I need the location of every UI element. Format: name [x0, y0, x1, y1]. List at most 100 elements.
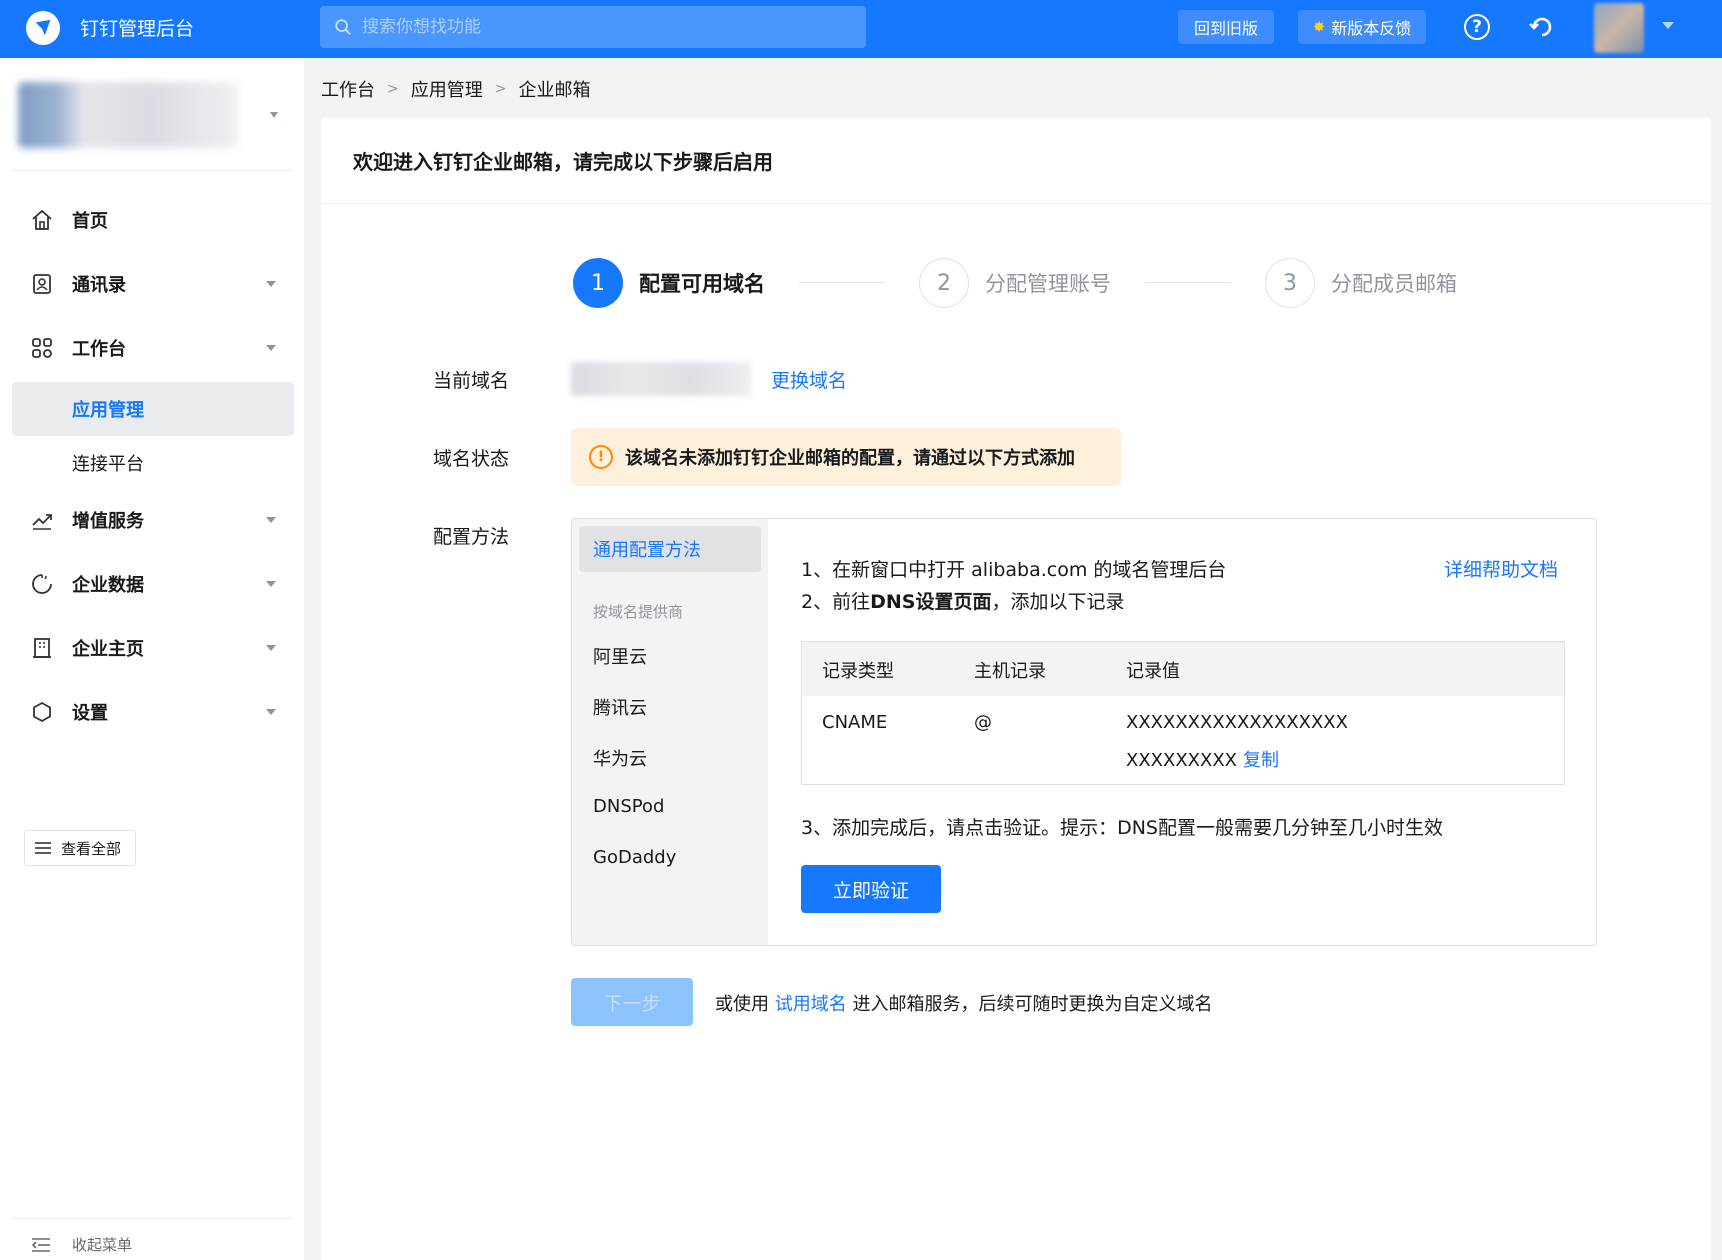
sidebar-item-settings[interactable]: 设置	[0, 686, 304, 738]
sidebar-item-workbench[interactable]: 工作台	[0, 322, 304, 374]
view-all-label: 查看全部	[61, 839, 122, 858]
feedback-label: 新版本反馈	[1331, 19, 1412, 38]
main-card: 欢迎进入钉钉企业邮箱，请完成以下步骤后启用 1 配置可用域名 2 分配管理账号 …	[321, 118, 1711, 1260]
avatar[interactable]	[1594, 3, 1644, 53]
provider-item-dnspod[interactable]: DNSPod	[593, 796, 664, 817]
home-icon	[32, 209, 52, 230]
domain-status-label: 域名状态	[433, 448, 510, 470]
sidebar-item-contacts[interactable]: 通讯录	[0, 258, 304, 310]
chevron-down-icon[interactable]	[266, 645, 276, 651]
chevron-down-icon[interactable]	[266, 517, 276, 523]
record-type: CNAME	[822, 712, 888, 733]
general-method-tab[interactable]: 通用配置方法	[579, 526, 761, 572]
sidebar-subitem-app-management[interactable]: 应用管理	[12, 382, 294, 436]
config-method-label: 配置方法	[433, 526, 510, 548]
collapse-menu-label: 收起菜单	[72, 1236, 133, 1254]
provider-item-tencent[interactable]: 腾讯云	[593, 694, 647, 720]
refresh-icon[interactable]	[1528, 13, 1556, 41]
chevron-down-icon[interactable]	[266, 709, 276, 715]
chevron-down-icon[interactable]	[266, 345, 276, 351]
instruction-text: 的域名管理后台	[1087, 559, 1227, 581]
next-step-button[interactable]: 下一步	[571, 978, 693, 1026]
step-2: 2 分配管理账号	[919, 258, 1111, 308]
record-value-text: XXXXXXXXX	[1126, 750, 1237, 771]
step-number: 2	[919, 258, 969, 308]
step-label: 配置可用域名	[639, 272, 765, 296]
divider	[12, 170, 292, 171]
org-caret-icon[interactable]	[270, 112, 278, 118]
back-to-old-version-button[interactable]: 回到旧版	[1178, 10, 1274, 44]
warning-text: 该域名未添加钉钉企业邮箱的配置，请通过以下方式添加	[625, 448, 1075, 469]
breadcrumb-item[interactable]: 工作台	[321, 76, 375, 102]
breadcrumb-item[interactable]: 应用管理	[411, 76, 483, 102]
sidebar: 首页 通讯录 工作台 应用管理 连接平台 增值服务 企业数据 企业主页 设置 查…	[0, 58, 304, 1260]
search-input[interactable]	[362, 17, 842, 37]
note-text: 或使用	[715, 994, 775, 1015]
current-domain-label: 当前域名	[433, 370, 510, 392]
change-domain-link[interactable]: 更换域名	[771, 366, 847, 393]
instruction-text: ，添加以下记录	[991, 591, 1125, 613]
sidebar-item-label: 首页	[72, 211, 108, 232]
view-all-button[interactable]: 查看全部	[24, 830, 136, 866]
dns-record-table: 记录类型 主机记录 记录值 CNAME @ XXXXXXXXXXXXXXXXXX…	[801, 641, 1565, 785]
sidebar-item-enterprise-data[interactable]: 企业数据	[0, 558, 304, 610]
config-method-list: 通用配置方法 按域名提供商 阿里云 腾讯云 华为云 DNSPod GoDaddy	[572, 519, 768, 945]
sidebar-subitem-label: 应用管理	[72, 400, 144, 421]
help-doc-link[interactable]: 详细帮助文档	[1444, 555, 1558, 582]
feedback-button[interactable]: ✸ 新版本反馈	[1298, 10, 1426, 44]
chevron-down-icon[interactable]	[266, 581, 276, 587]
verify-now-button[interactable]: 立即验证	[801, 865, 941, 913]
app-title[interactable]: 钉钉管理后台	[80, 15, 194, 43]
column-header: 主机记录	[974, 661, 1046, 682]
org-name-blurred	[18, 82, 238, 148]
sidebar-subitem-connect-platform[interactable]: 连接平台	[12, 436, 294, 490]
domain-status-warning: ! 该域名未添加钉钉企业邮箱的配置，请通过以下方式添加	[571, 428, 1121, 486]
config-panel: 通用配置方法 按域名提供商 阿里云 腾讯云 华为云 DNSPod GoDaddy…	[571, 518, 1597, 946]
instruction-domain: alibaba.com	[971, 559, 1088, 581]
provider-item-aliyun[interactable]: 阿里云	[593, 643, 647, 669]
sidebar-item-label: 工作台	[72, 339, 126, 360]
chevron-down-icon[interactable]	[1662, 22, 1674, 29]
global-search[interactable]	[320, 6, 866, 48]
step-connector	[1145, 282, 1231, 283]
sidebar-item-value-added[interactable]: 增值服务	[0, 494, 304, 546]
instruction-step-3: 3、添加完成后，请点击验证。提示：DNS配置一般需要几分钟至几小时生效	[801, 817, 1443, 839]
breadcrumb: 工作台 > 应用管理 > 企业邮箱	[321, 76, 590, 102]
chevron-down-icon[interactable]	[266, 281, 276, 287]
trial-domain-note: 或使用 试用域名 进入邮箱服务，后续可随时更换为自定义域名	[715, 990, 1212, 1016]
sidebar-item-enterprise-home[interactable]: 企业主页	[0, 622, 304, 674]
provider-item-huawei[interactable]: 华为云	[593, 745, 647, 771]
help-icon[interactable]: ?	[1464, 14, 1490, 40]
sidebar-item-label: 企业数据	[72, 575, 144, 596]
provider-heading: 按域名提供商	[593, 603, 684, 621]
sidebar-item-label: 企业主页	[72, 639, 144, 660]
copy-link[interactable]: 复制	[1243, 750, 1279, 771]
record-value-line-1: XXXXXXXXXXXXXXXXXX	[1126, 712, 1348, 733]
trend-icon	[32, 514, 52, 530]
record-host: @	[974, 712, 992, 733]
sparkle-icon: ✸	[1312, 18, 1326, 36]
sidebar-item-home[interactable]: 首页	[0, 194, 304, 246]
sidebar-item-label: 增值服务	[72, 511, 144, 532]
step-3: 3 分配成员邮箱	[1265, 258, 1457, 308]
workbench-icon	[32, 338, 52, 358]
menu-icon	[35, 842, 51, 854]
dingtalk-logo-icon[interactable]	[26, 11, 60, 45]
org-switcher[interactable]	[18, 82, 238, 148]
collapse-menu-button[interactable]: 收起菜单	[32, 1234, 132, 1255]
data-icon	[32, 574, 52, 594]
instruction-emphasis: DNS设置页面	[870, 591, 992, 613]
current-domain-value-blurred	[571, 362, 751, 396]
provider-item-godaddy[interactable]: GoDaddy	[593, 847, 676, 868]
chevron-right-icon: >	[494, 81, 507, 97]
step-label: 分配管理账号	[985, 272, 1111, 296]
step-1: 1 配置可用域名	[573, 258, 765, 308]
step-number: 3	[1265, 258, 1315, 308]
divider	[12, 1218, 292, 1219]
column-header: 记录类型	[822, 661, 894, 682]
search-icon	[335, 19, 351, 35]
trial-domain-link[interactable]: 试用域名	[775, 994, 847, 1015]
page-title: 欢迎进入钉钉企业邮箱，请完成以下步骤后启用	[321, 118, 1711, 204]
sidebar-item-label: 通讯录	[72, 275, 126, 296]
note-text: 进入邮箱服务，后续可随时更换为自定义域名	[846, 994, 1213, 1015]
